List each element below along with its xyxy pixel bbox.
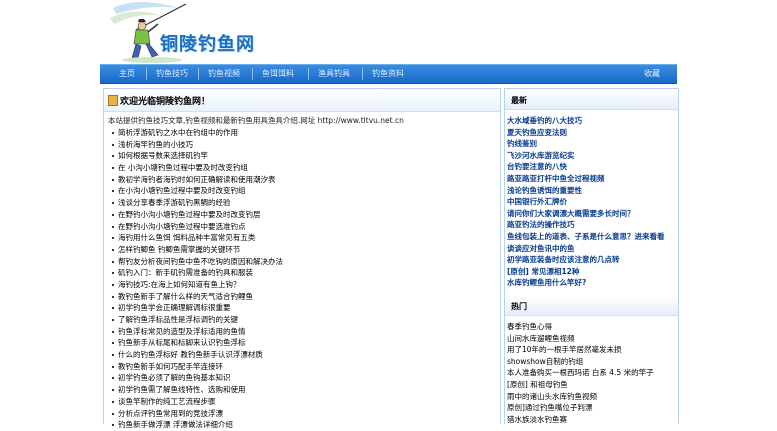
main-nav: 主页 钓鱼技巧 钓鱼视频 鱼饵饵料 渔具钓具 钓鱼资料 收藏 — [100, 64, 677, 84]
article-link[interactable]: 谈鱼竿制作的纯工艺流程步骤 — [112, 396, 283, 408]
article-link[interactable]: 在小沟小塘钓鱼过程中要及时改变钓组 — [112, 185, 283, 197]
latest-link[interactable]: 请问你们大家调漂大概需要多长时间？ — [507, 208, 665, 220]
hot-link[interactable]: 原创]通过钓鱼嘴位子判漂 — [507, 402, 654, 414]
nav-item-tackle[interactable]: 渔具钓具 — [314, 65, 354, 83]
nav-item-bait[interactable]: 鱼饵饵料 — [258, 65, 298, 83]
latest-link[interactable]: 钓线鉴别 — [507, 138, 665, 150]
hot-link[interactable]: 猎水族淡水钓鱼赛 — [507, 414, 654, 426]
nav-favorite-link[interactable]: 收藏 — [638, 65, 666, 83]
site-intro: 本站提供钓鱼技巧文章,钓鱼视频和最新钓鱼用具渔具介绍.网址 http://www… — [108, 116, 404, 125]
hot-link[interactable]: 用了10年的一根手竿居然毫发未损 — [507, 344, 654, 356]
hot-title: 热门 — [511, 302, 527, 311]
site-header: 铜陵钓鱼网 — [100, 0, 677, 64]
latest-link[interactable]: [原创] 常见漂相12种 — [507, 266, 665, 278]
article-link[interactable]: 初学钓鱼学会正确理解调标很重要 — [112, 302, 283, 314]
article-link[interactable]: 在野钓小沟小塘钓鱼过程中要选准钓点 — [112, 221, 283, 233]
article-link[interactable]: 海钓技巧:在海上如何知道有鱼上钩？ — [112, 279, 283, 291]
latest-link[interactable]: 台钓要注意的八快 — [507, 161, 665, 173]
hot-panel-header: 热门 — [505, 295, 678, 316]
hot-link[interactable]: [原创] 和祖母钓鱼 — [507, 379, 654, 391]
latest-link[interactable]: 飞沙河水库游览纪实 — [507, 150, 665, 162]
hot-link[interactable]: 雨中的诸山头水库钓鱼视频 — [507, 391, 654, 403]
article-link[interactable]: 浅析海竿钓鱼的小技巧 — [112, 139, 283, 151]
nav-divider — [308, 68, 309, 80]
sidebar: 最新 大水域垂钓的八大技巧 夏天钓鱼应变法则 钓线鉴别 飞沙河水库游览纪实 台钓… — [504, 88, 679, 424]
article-link[interactable]: 钓鱼浮标常见的造型及浮标适用的鱼情 — [112, 326, 283, 338]
hot-link[interactable]: showshow自制的钓组 — [507, 356, 654, 368]
latest-link[interactable]: 谈谈应对鱼讯中的鱼 — [507, 243, 665, 255]
article-link[interactable]: 简析浮游矶钓之水中在钓组中的作用 — [112, 127, 283, 139]
article-link[interactable]: 在野钓小沟小塘钓鱼过程中要及时改变钓层 — [112, 209, 283, 221]
article-link[interactable]: 初学钓鱼需了解鱼线特性、选购和使用 — [112, 384, 283, 396]
article-link[interactable]: 初学钓鱼必须了解的鱼钩基本知识 — [112, 372, 283, 384]
article-link[interactable]: 海钓用什么鱼饵 饵料品种丰富常见有五类 — [112, 232, 283, 244]
site-title: 铜陵钓鱼网 — [160, 34, 255, 55]
nav-item-videos[interactable]: 钓鱼视频 — [204, 65, 244, 83]
latest-link[interactable]: 路亚路亚打杆中鱼全过程视频 — [507, 173, 665, 185]
article-link[interactable]: 矶钓入门：新手矶钓需准备的钓具和服装 — [112, 267, 283, 279]
article-link[interactable]: 教钓鱼新手了解什么样的天气适合钓鲤鱼 — [112, 291, 283, 303]
welcome-panel-header: 欢迎光临铜陵钓鱼网！ — [104, 89, 500, 112]
article-list: 简析浮游矶钓之水中在钓组中的作用 浅析海竿钓鱼的小技巧 如何根据号数来选择矶钓竿… — [112, 127, 283, 431]
latest-panel-header: 最新 — [505, 89, 678, 110]
welcome-panel: 欢迎光临铜陵钓鱼网！ 本站提供钓鱼技巧文章,钓鱼视频和最新钓鱼用具渔具介绍.网址… — [103, 88, 501, 429]
article-link[interactable]: 在 小沟小塘钓鱼过程中要及时改变钓组 — [112, 162, 283, 174]
latest-link[interactable]: 初学路亚装备时应该注意的几点转 — [507, 254, 665, 266]
latest-list: 大水域垂钓的八大技巧 夏天钓鱼应变法则 钓线鉴别 飞沙河水库游览纪实 台钓要注意… — [507, 115, 665, 289]
article-link[interactable]: 钓鱼新手做浮漂 浮漂做法详细介绍 — [112, 419, 283, 431]
article-link[interactable]: 如何根据号数来选择矶钓竿 — [112, 150, 283, 162]
bulletin-icon — [108, 95, 118, 106]
latest-link[interactable]: 鱼线包装上的道表、子系是什么意思？进来看看 — [507, 231, 665, 243]
latest-link[interactable]: 夏天钓鱼应变法则 — [507, 127, 665, 139]
hot-link[interactable]: 山间水库遛鲤鱼视频 — [507, 333, 654, 345]
latest-link[interactable]: 浅论钓鱼诱饵的重要性 — [507, 185, 665, 197]
nav-divider — [362, 68, 363, 80]
nav-divider — [146, 68, 147, 80]
article-link[interactable]: 钓鱼新手从标尾和标脚来认识钓鱼浮标 — [112, 337, 283, 349]
article-link[interactable]: 教钓鱼新手如何巧配手竿连接环 — [112, 361, 283, 373]
hot-link[interactable]: 春季钓鱼心得 — [507, 321, 654, 333]
article-link[interactable]: 分析点评钓鱼常用到的竞技浮漂 — [112, 408, 283, 420]
latest-link[interactable]: 中国银行外汇牌价 — [507, 196, 665, 208]
article-link[interactable]: 什么的钓鱼浮标好 教钓鱼新手认识浮漂材质 — [112, 349, 283, 361]
welcome-title: 欢迎光临铜陵钓鱼网！ — [120, 97, 211, 107]
latest-link[interactable]: 水库钓鲤鱼用什么竿好? — [507, 277, 665, 289]
latest-title: 最新 — [511, 96, 527, 105]
nav-divider — [198, 68, 199, 80]
article-link[interactable]: 教初学海钓者海钓时如何正确解读和使用潮汐表 — [112, 174, 283, 186]
hot-link[interactable]: 本人准备购买一根西玛诺 白系 4.5 米的竿子 — [507, 367, 654, 379]
latest-link[interactable]: 大水域垂钓的八大技巧 — [507, 115, 665, 127]
article-link[interactable]: 浅谈分享春季浮游矶钓黑鲷的经验 — [112, 197, 283, 209]
nav-item-techniques[interactable]: 钓鱼技巧 — [152, 65, 192, 83]
latest-link[interactable]: 路亚钓法的操作技巧 — [507, 219, 665, 231]
article-link[interactable]: 怎样钓鲫鱼 钓鲫鱼需掌握的关键环节 — [112, 244, 283, 256]
nav-divider — [252, 68, 253, 80]
article-link[interactable]: 了解钓鱼浮标品性是浮标调钓的关键 — [112, 314, 283, 326]
article-link[interactable]: 帮钓友分析夜间钓鱼中鱼不吃钩的原因和解决办法 — [112, 256, 283, 268]
hot-list: 春季钓鱼心得 山间水库遛鲤鱼视频 用了10年的一根手竿居然毫发未损 showsh… — [507, 321, 654, 425]
nav-item-home[interactable]: 主页 — [112, 65, 142, 83]
nav-item-resources[interactable]: 钓鱼资料 — [368, 65, 408, 83]
